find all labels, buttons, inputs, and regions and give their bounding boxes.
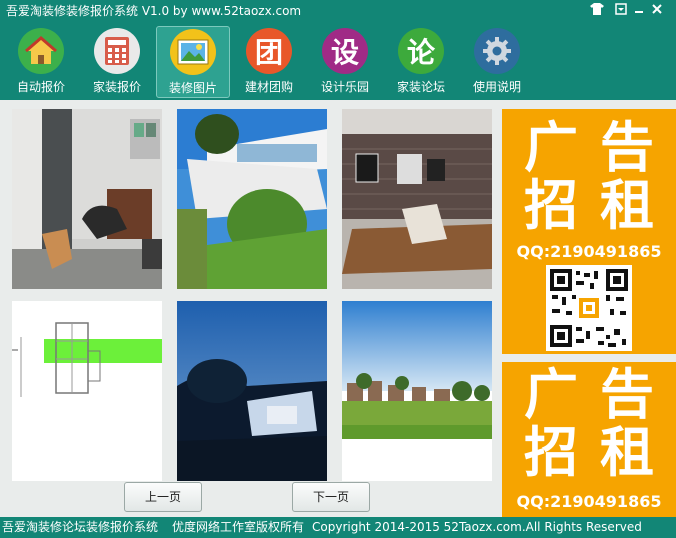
toolbar-item-help[interactable]: 使用说明 [460, 26, 534, 98]
ad-text: 租 [600, 174, 654, 237]
next-page-button[interactable]: 下一页 [292, 482, 370, 512]
prev-page-button[interactable]: 上一页 [124, 482, 202, 512]
ad-text: 告 [600, 116, 654, 179]
ad-text: 告 [600, 363, 654, 426]
toolbar-item-decoration-pictures[interactable]: 装修图片 [156, 26, 230, 98]
title-bar: 吾爱淘装修装修报价系统 V1.0 by www.52taozx.com [0, 0, 676, 22]
toolbar-label: 使用说明 [472, 80, 521, 94]
calculator-icon [94, 28, 140, 74]
toolbar-label: 家装论坛 [396, 80, 445, 94]
toolbar-item-home-quote[interactable]: 家装报价 [80, 26, 154, 98]
status-bar: 吾爱淘装修论坛装修报价系统 优度网络工作室版权所有 Copyright 2014… [0, 517, 676, 538]
toolbar-label: 建材团购 [244, 80, 293, 94]
picture-icon [170, 29, 216, 75]
window-title: 吾爱淘装修装修报价系统 V1.0 by www.52taozx.com [6, 4, 302, 18]
ad-qq-number: QQ:2190491865 [516, 242, 662, 261]
toolbar-label: 设计乐园 [320, 80, 369, 94]
group-buy-icon: 团 [246, 28, 292, 74]
status-copyright: Copyright 2014-2015 52Taozx.com.All Righ… [312, 520, 642, 534]
ad-text: 广 [524, 116, 578, 179]
thumbnail-night-house[interactable] [177, 301, 327, 481]
thumbnail-living-room[interactable] [12, 109, 162, 289]
ad-text: 广 [524, 363, 578, 426]
ad-text: 招 [524, 174, 578, 237]
ad-text: 招 [524, 421, 578, 484]
shirt-icon[interactable] [586, 2, 608, 20]
gear-icon [474, 28, 520, 74]
qr-code-icon [546, 265, 632, 351]
toolbar-label: 家装报价 [92, 80, 141, 94]
thumbnail-loft-interior[interactable] [342, 109, 492, 289]
status-app-name: 吾爱淘装修论坛装修报价系统 [2, 520, 159, 534]
ad-qq-number: QQ:2190491865 [516, 492, 662, 511]
house-icon [18, 28, 64, 74]
main-toolbar: 自动报价 家装报价 装修图片 团 建材团购 设 设计乐园 论 家装论坛 使用说明 [0, 22, 676, 100]
forum-icon: 论 [398, 28, 444, 74]
thumbnail-modern-house[interactable] [177, 109, 327, 289]
toolbar-label: 自动报价 [16, 80, 65, 94]
thumbnail-floor-plan[interactable] [12, 301, 162, 481]
design-icon: 设 [322, 28, 368, 74]
close-icon[interactable] [646, 2, 668, 20]
thumbnail-village-landscape[interactable] [342, 301, 492, 481]
toolbar-item-design-park[interactable]: 设 设计乐园 [308, 26, 382, 98]
ad-banner-top[interactable]: 广 告 招 租 QQ:2190491865 [502, 109, 676, 354]
status-owner: 优度网络工作室版权所有 [172, 520, 305, 534]
ad-text: 租 [600, 421, 654, 484]
toolbar-label: 装修图片 [168, 81, 217, 95]
toolbar-item-forum[interactable]: 论 家装论坛 [384, 26, 458, 98]
toolbar-item-group-buying[interactable]: 团 建材团购 [232, 26, 306, 98]
ad-banner-bottom[interactable]: 广 告 招 租 QQ:2190491865 [502, 362, 676, 517]
toolbar-item-auto-quote[interactable]: 自动报价 [4, 26, 78, 98]
